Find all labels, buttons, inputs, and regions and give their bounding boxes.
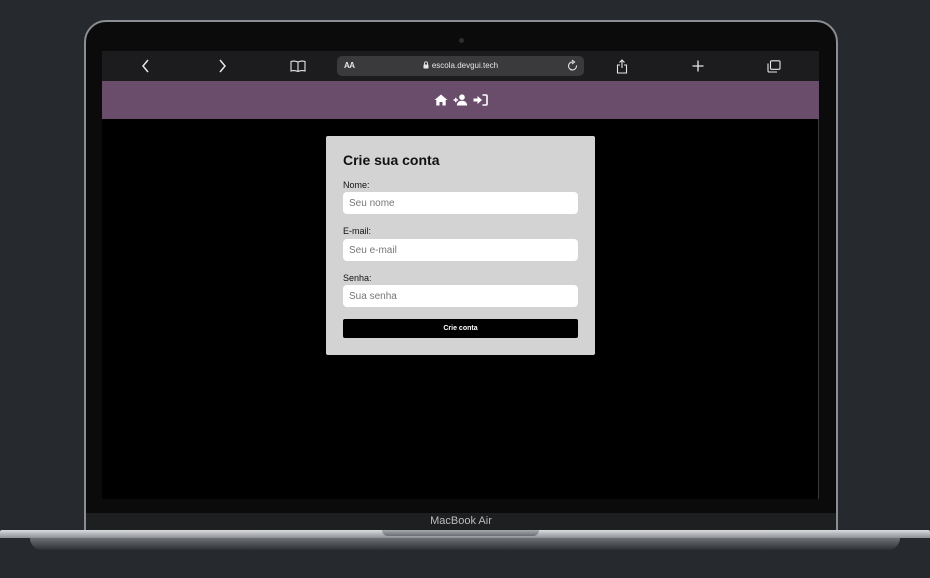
tabs-overview-button[interactable] [759,51,789,81]
share-button[interactable] [607,51,637,81]
email-label: E-mail: [343,226,372,236]
back-button[interactable] [131,51,161,81]
signup-card: Crie sua conta Nome: E-mail: Senha: Crie… [326,136,595,355]
user-plus-icon[interactable] [453,94,468,106]
site-navbar [102,81,819,119]
form-title: Crie sua conta [343,152,440,168]
home-icon[interactable] [434,94,448,106]
address-bar[interactable]: AA escola.devgui.tech [337,56,584,76]
password-label: Senha: [343,273,372,283]
tabs-icon [767,59,781,73]
forward-button[interactable] [207,51,237,81]
camera-icon [459,38,464,43]
bookmarks-button[interactable] [283,51,313,81]
chevron-right-icon [219,59,226,73]
book-icon [290,60,306,72]
url-display[interactable]: escola.devgui.tech [337,61,584,70]
device-label: MacBook Air [86,513,836,530]
password-input[interactable] [343,285,578,307]
share-icon [616,58,628,74]
lock-icon [423,61,429,69]
chevron-left-icon [142,59,149,73]
name-label: Nome: [343,180,370,190]
laptop-notch [382,530,539,536]
url-text: escola.devgui.tech [431,61,499,70]
screen: AA escola.devgui.tech Crie sua conta Nom… [102,51,819,499]
laptop-base-shadow [30,538,900,550]
browser-toolbar: AA escola.devgui.tech [102,51,819,81]
new-tab-button[interactable] [683,51,713,81]
name-input[interactable] [343,192,578,214]
scroll-edge [818,119,819,499]
reload-icon[interactable] [566,58,580,74]
email-input[interactable] [343,239,578,261]
plus-icon [692,60,704,72]
sign-in-icon[interactable] [473,94,488,106]
create-account-button[interactable]: Crie conta [343,319,578,338]
